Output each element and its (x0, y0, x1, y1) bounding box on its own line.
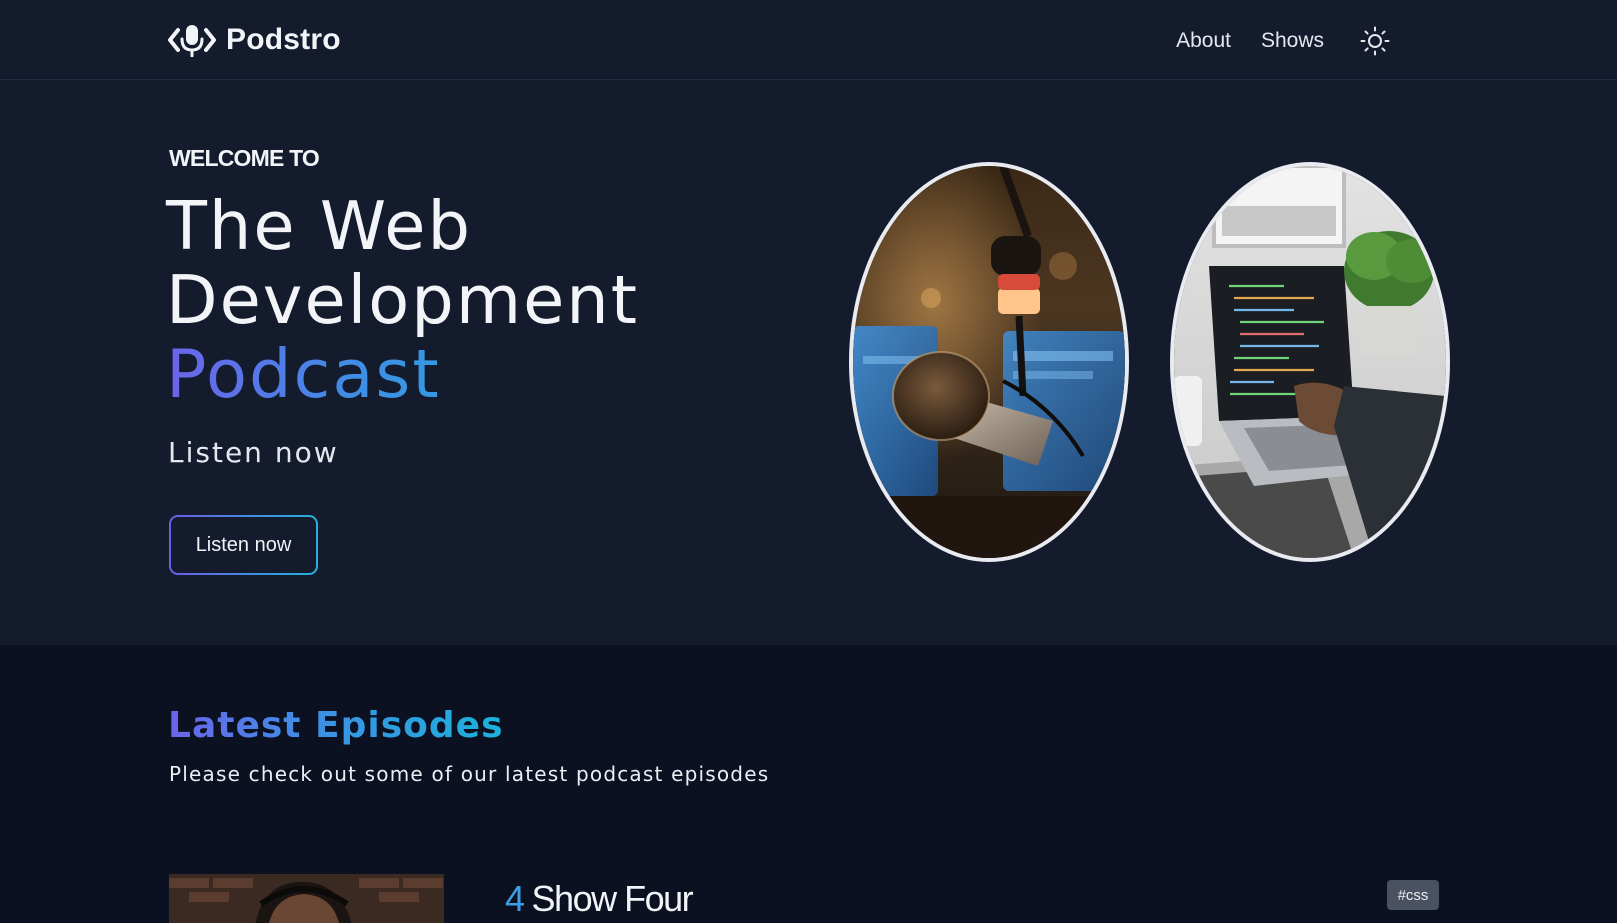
theme-toggle-button[interactable] (1358, 24, 1392, 58)
episode-name: Show Four (531, 878, 694, 919)
latest-episodes-title: Latest Episodes (168, 705, 504, 746)
episode-thumbnail[interactable] (169, 874, 444, 923)
hero-title-line-1: The Web (166, 187, 472, 265)
hero-title-line-2: Development (166, 261, 640, 339)
hero-section: WELCOME TO The Web Development Podcast L… (0, 81, 1617, 645)
episode-tag-badge[interactable]: #css (1387, 880, 1439, 910)
episode-number: 4 (505, 878, 525, 919)
listen-now-button[interactable]: Listen now (169, 515, 318, 575)
latest-episodes-section: Latest Episodes Please check out some of… (0, 645, 1617, 923)
hero-title: The Web Development Podcast (166, 189, 639, 411)
nav-link-about[interactable]: About (1176, 29, 1231, 53)
brand-logo-link[interactable]: Podstro (168, 20, 341, 60)
hero-title-highlight: Podcast (166, 337, 639, 411)
brand-name: Podstro (226, 23, 341, 56)
nav-link-shows[interactable]: Shows (1261, 29, 1324, 53)
microphone-studio-photo (849, 162, 1129, 562)
site-header: Podstro About Shows (0, 0, 1617, 80)
episode-title[interactable]: 4 Show Four (505, 878, 694, 920)
hero-eyebrow: WELCOME TO (169, 145, 320, 171)
latest-episodes-subtitle: Please check out some of our latest podc… (169, 762, 770, 786)
hero-subtitle: Listen now (168, 436, 339, 469)
main-nav: About Shows (1176, 24, 1392, 58)
code-microphone-icon (168, 25, 216, 57)
laptop-coding-photo (1170, 162, 1450, 562)
sun-icon (1360, 26, 1390, 56)
